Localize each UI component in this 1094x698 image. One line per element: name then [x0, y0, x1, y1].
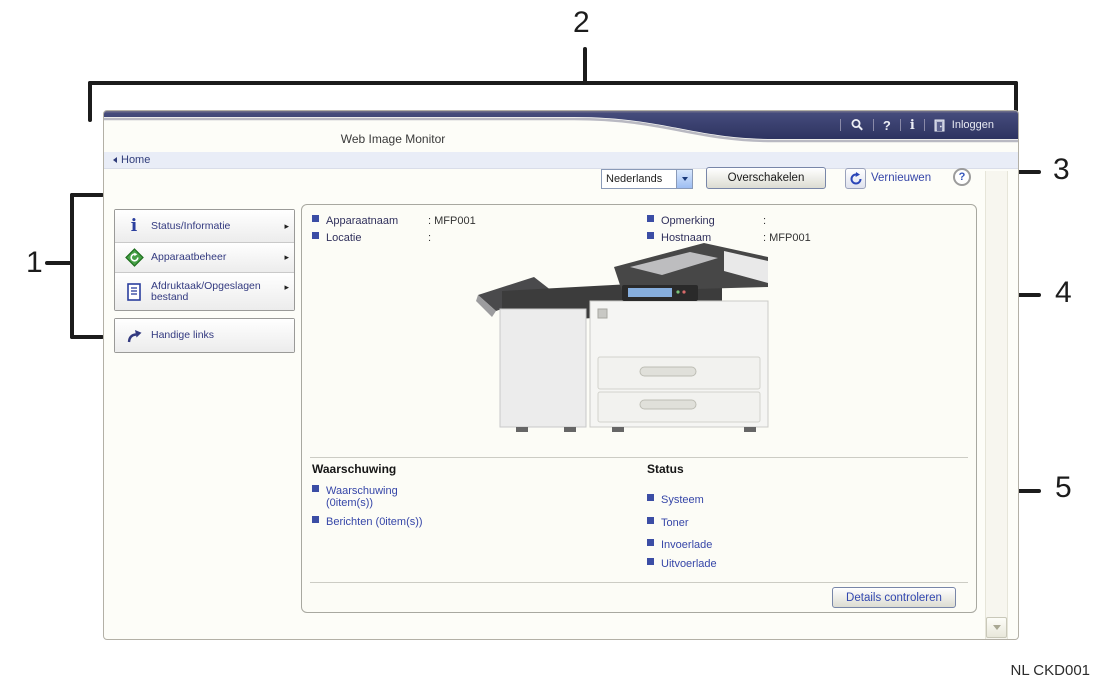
status-row-uitvoerlade: Uitvoerlade Status OK — [647, 558, 967, 570]
printer-image — [472, 239, 802, 439]
sidebar-item-label: Afdruktaak/Opgeslagen bestand — [151, 281, 279, 303]
chevron-down-icon — [993, 625, 1001, 630]
breadcrumb-bar: Home — [104, 152, 1018, 169]
bullet-icon — [312, 516, 319, 523]
bullet-icon — [312, 485, 319, 492]
messages-link[interactable]: Berichten (0item(s)) — [326, 516, 423, 528]
status-row-toner: Toner Status OK — [647, 517, 967, 529]
sidebar-item-status-informatie[interactable]: i Status/Informatie ▸ — [115, 210, 294, 242]
bullet-icon — [312, 215, 319, 222]
callout-4-label: 4 — [1055, 276, 1072, 310]
divider — [310, 582, 968, 583]
field-value: : — [763, 215, 766, 227]
callout-5-label: 5 — [1055, 471, 1072, 505]
separator — [924, 119, 925, 131]
language-select[interactable]: Nederlands — [601, 169, 693, 189]
separator — [873, 119, 874, 131]
refresh-link[interactable]: Vernieuwen — [871, 172, 931, 184]
home-status-panel: Apparaatnaam : MFP001 Locatie : Opmerkin… — [301, 204, 977, 613]
chevron-right-icon: ▸ — [284, 282, 289, 293]
breadcrumb-home-link[interactable]: Home — [121, 154, 150, 166]
info-icon: i — [123, 216, 145, 236]
scrollbar-track[interactable] — [985, 171, 1008, 639]
callout-2-bracket — [88, 81, 1018, 85]
status-input-tray-link[interactable]: Invoerlade — [661, 539, 712, 551]
field-value: : MFP001 — [428, 215, 476, 227]
chevron-right-icon: ▸ — [284, 221, 289, 232]
field-label: Apparaatnaam — [326, 215, 398, 227]
refresh-icon — [849, 172, 863, 186]
figure-canvas: 2 1 3 4 5 NL CKD001 Web Image Monitor — [0, 0, 1094, 698]
refresh-button[interactable] — [845, 168, 866, 189]
alerts-link[interactable]: Waarschuwing (0item(s)) — [326, 485, 438, 509]
separator — [900, 119, 901, 131]
sidebar-item-label: Handige links — [151, 330, 279, 341]
sidebar-menu: i Status/Informatie ▸ Apparaatbeheer ▸ — [114, 209, 295, 353]
callout-2-label: 2 — [573, 6, 590, 40]
status-system-link[interactable]: Systeem — [661, 494, 704, 506]
status-row-systeem: Systeem Status OK — [647, 494, 967, 506]
device-manager-icon — [123, 248, 145, 267]
bullet-icon — [647, 558, 654, 565]
login-link[interactable]: Inloggen — [952, 119, 994, 131]
callout-3-label: 3 — [1053, 153, 1070, 187]
chevron-right-icon: ▸ — [284, 252, 289, 263]
bullet-icon — [647, 215, 654, 222]
callout-1-label: 1 — [26, 246, 43, 280]
status-heading: Status — [647, 462, 684, 476]
page-help-button[interactable]: ? — [953, 168, 971, 186]
help-icon[interactable]: ? — [883, 119, 891, 132]
figure-code: NL CKD001 — [995, 662, 1090, 679]
callout-2-stem — [583, 47, 587, 83]
header-icon-strip: ? i Inloggen — [831, 111, 994, 139]
alerts-heading: Waarschuwing — [312, 462, 396, 476]
separator — [840, 119, 841, 131]
bullet-icon — [647, 494, 654, 501]
device-field-apparaatnaam: Apparaatnaam : MFP001 — [312, 215, 632, 227]
device-field-opmerking: Opmerking : — [647, 215, 947, 227]
sidebar-item-label: Status/Informatie — [151, 221, 279, 232]
dropdown-arrow-icon[interactable] — [676, 170, 692, 188]
switch-language-button[interactable]: Overschakelen — [706, 167, 826, 189]
useful-links-icon — [123, 328, 145, 344]
bullet-icon — [647, 232, 654, 239]
sidebar-item-afdruktaak[interactable]: Afdruktaak/Opgeslagen bestand ▸ — [115, 272, 294, 310]
app-title: Web Image Monitor — [293, 132, 493, 146]
check-details-button[interactable]: Details controleren — [832, 587, 956, 608]
login-door-icon[interactable] — [934, 119, 945, 132]
print-job-icon — [123, 283, 145, 301]
back-triangle-icon — [113, 157, 117, 163]
callout-1-bottom-tick — [70, 335, 104, 339]
info-icon[interactable]: i — [910, 119, 915, 132]
search-icon[interactable] — [850, 118, 864, 132]
scroll-down-button[interactable] — [986, 617, 1007, 638]
field-label: Locatie — [326, 232, 361, 244]
divider — [310, 457, 968, 458]
bullet-icon — [647, 517, 654, 524]
status-toner-link[interactable]: Toner — [661, 517, 689, 529]
callout-1-bracket — [70, 193, 74, 339]
field-value: : — [428, 232, 431, 244]
alert-row-waarschuwing: Waarschuwing (0item(s)) — [312, 485, 438, 509]
alert-row-berichten: Berichten (0item(s)) — [312, 516, 423, 528]
sidebar-item-apparaatbeheer[interactable]: Apparaatbeheer ▸ — [115, 242, 294, 272]
sidebar-item-label: Apparaatbeheer — [151, 252, 279, 263]
callout-1-top-tick — [70, 193, 104, 197]
language-select-value: Nederlands — [602, 173, 676, 185]
bullet-icon — [312, 232, 319, 239]
status-row-invoerlade: Invoerlade Papier is op — [647, 539, 967, 551]
status-output-tray-link[interactable]: Uitvoerlade — [661, 558, 717, 570]
field-label: Opmerking — [661, 215, 715, 227]
bullet-icon — [647, 539, 654, 546]
callout-2-left-drop — [88, 81, 92, 122]
sidebar-item-handige-links[interactable]: Handige links — [115, 319, 294, 352]
browser-window: Web Image Monitor ? i Inloggen Home — [103, 110, 1019, 640]
